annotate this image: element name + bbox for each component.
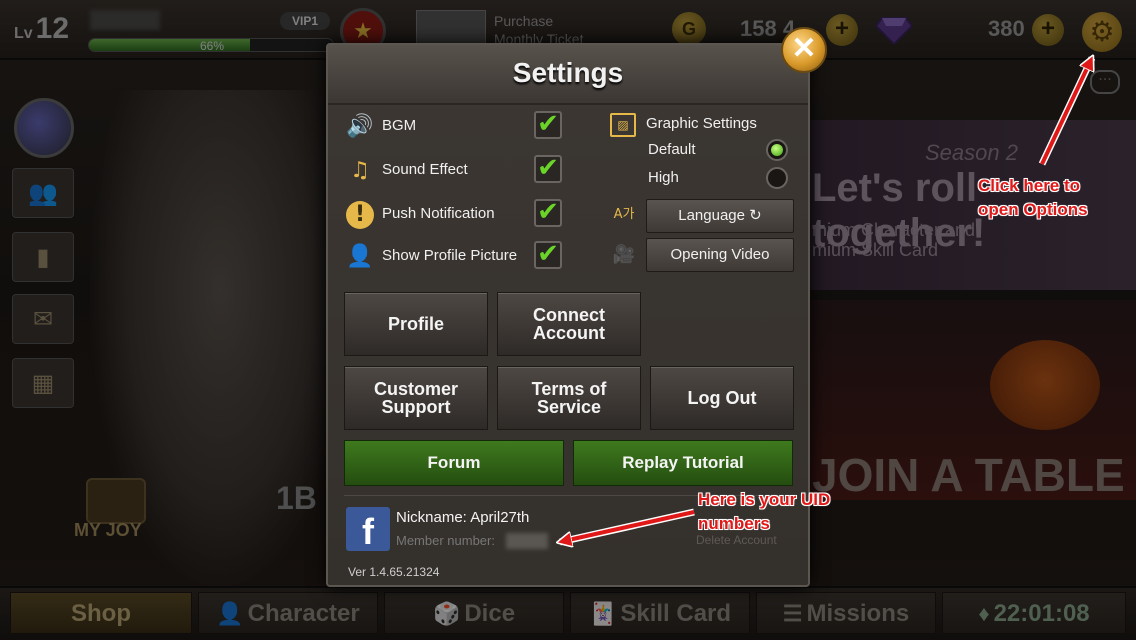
- option-show-profile-picture-label: Show Profile Picture: [382, 247, 518, 264]
- terms-of-service-button[interactable]: Terms of Service: [497, 366, 641, 430]
- option-show-profile-picture: 👤 Show Profile Picture: [346, 243, 526, 273]
- uid-annotation: Here is your UID numbers: [698, 490, 831, 533]
- graphic-settings-label: Graphic Settings: [646, 115, 757, 132]
- option-push-notification-label: Push Notification: [382, 205, 495, 222]
- profile-picture-icon: 👤: [346, 244, 374, 269]
- sound-effect-checkbox[interactable]: ✔: [534, 155, 562, 183]
- close-icon[interactable]: ✕: [781, 27, 827, 73]
- facebook-icon: f: [346, 507, 390, 552]
- option-sound-effect: ♫ Sound Effect: [346, 157, 526, 187]
- options-annotation: Click here to open Options: [978, 176, 1088, 219]
- option-bgm-label: BGM: [382, 117, 417, 134]
- bgm-checkbox[interactable]: ✔: [534, 111, 562, 139]
- graphic-default-radio[interactable]: [766, 139, 788, 161]
- customer-support-button[interactable]: Customer Support: [344, 366, 488, 430]
- version-text: Ver 1.4.65.21324: [348, 565, 440, 579]
- graphic-default-label: Default: [648, 141, 696, 158]
- graphic-high-radio[interactable]: [766, 167, 788, 189]
- connect-account-button[interactable]: Connect Account: [497, 292, 641, 356]
- settings-header: Settings: [328, 45, 808, 105]
- language-icon: A가: [613, 207, 635, 222]
- music-note-icon: ♫: [350, 158, 370, 183]
- video-camera-icon: 🎥: [612, 244, 636, 265]
- language-button[interactable]: Language ↻: [646, 199, 794, 233]
- image-icon: ▨: [610, 113, 636, 137]
- exclamation-icon: !: [346, 201, 374, 229]
- settings-title: Settings: [512, 57, 624, 88]
- graphic-default-option[interactable]: Default: [648, 139, 788, 163]
- push-notification-checkbox[interactable]: ✔: [534, 199, 562, 227]
- speaker-icon: 🔊: [346, 114, 374, 139]
- option-push-notification: ! Push Notification: [346, 201, 526, 231]
- forum-button[interactable]: Forum: [344, 440, 564, 486]
- show-profile-picture-checkbox[interactable]: ✔: [534, 241, 562, 269]
- replay-tutorial-button[interactable]: Replay Tutorial: [573, 440, 793, 486]
- member-number-blurred: [506, 533, 548, 549]
- option-bgm: 🔊 BGM: [346, 113, 526, 143]
- graphic-high-option[interactable]: High: [648, 167, 788, 191]
- member-number-label: Member number:: [396, 533, 495, 548]
- nickname-text: Nickname: April27th: [396, 509, 530, 526]
- profile-button[interactable]: Profile: [344, 292, 488, 356]
- option-sound-effect-label: Sound Effect: [382, 161, 468, 178]
- graphic-high-label: High: [648, 169, 679, 186]
- opening-video-button[interactable]: Opening Video: [646, 238, 794, 272]
- log-out-button[interactable]: Log Out: [650, 366, 794, 430]
